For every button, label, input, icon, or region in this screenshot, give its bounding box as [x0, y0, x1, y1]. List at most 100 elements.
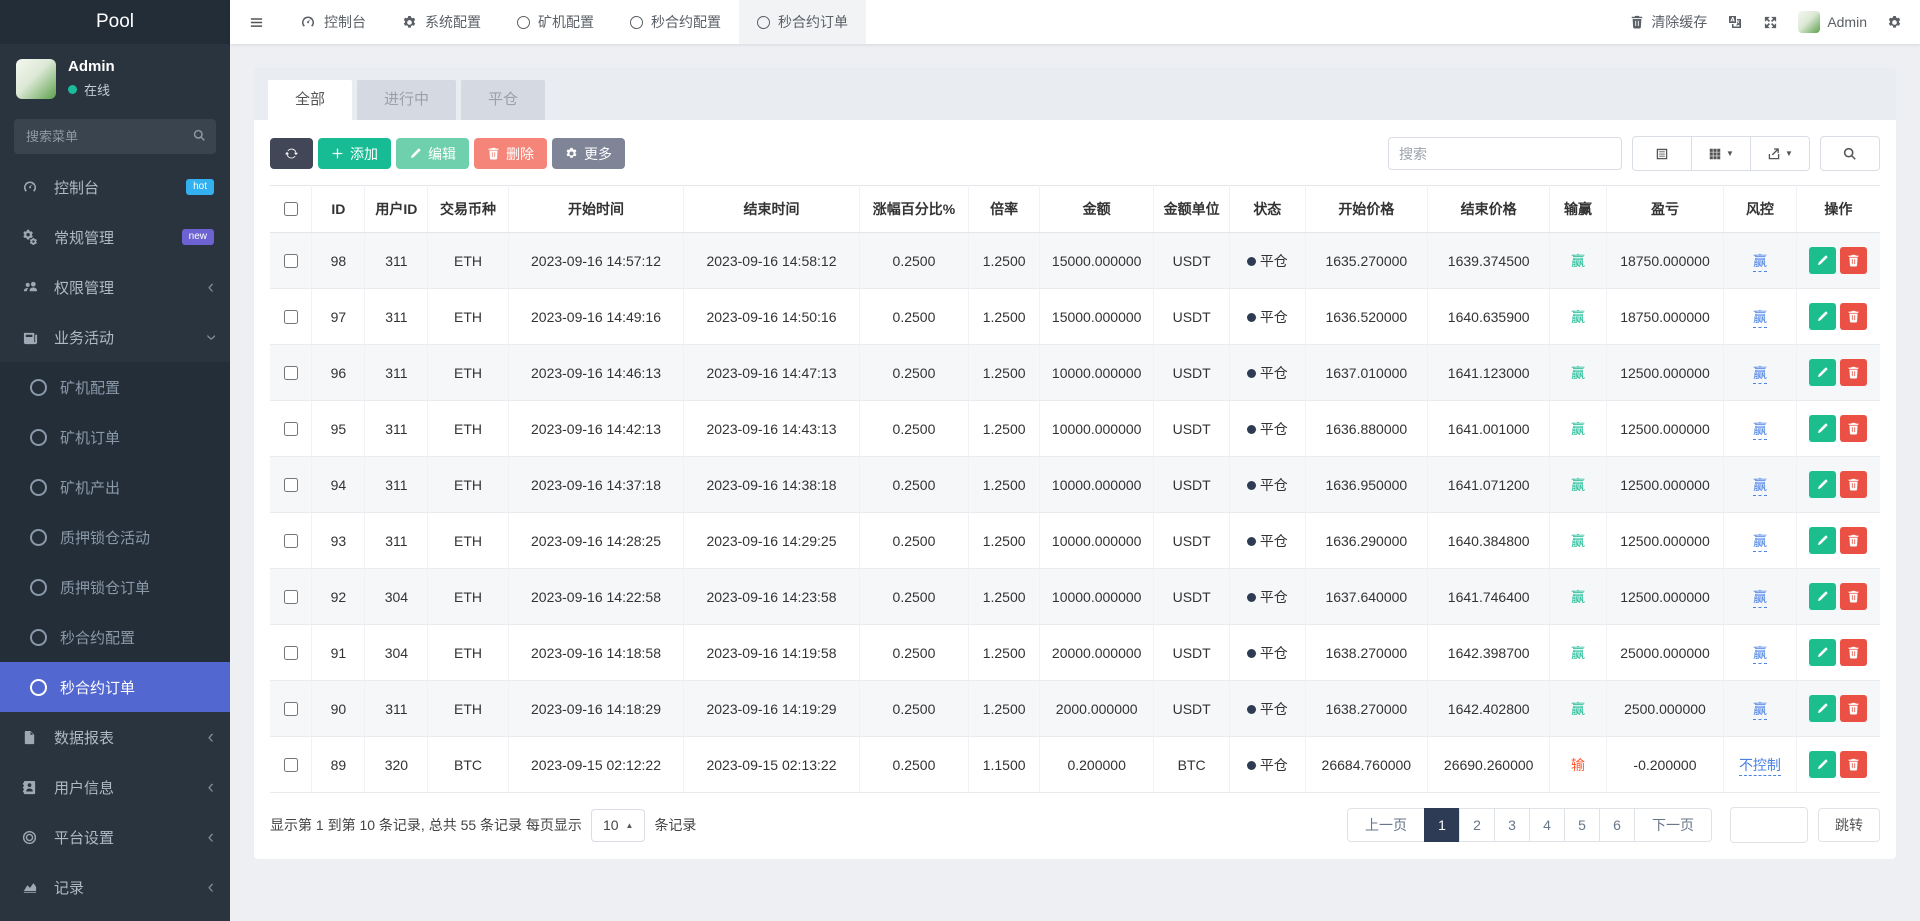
- row-checkbox[interactable]: [284, 702, 298, 716]
- sidebar-search-input[interactable]: [14, 119, 216, 154]
- risk-link[interactable]: 赢: [1753, 701, 1767, 720]
- user-menu[interactable]: Admin: [1798, 11, 1867, 33]
- row-checkbox[interactable]: [284, 422, 298, 436]
- row-delete-button[interactable]: [1840, 303, 1867, 330]
- risk-link[interactable]: 赢: [1753, 421, 1767, 440]
- page-button-1[interactable]: 1: [1424, 808, 1460, 842]
- pencil-icon: [1816, 422, 1829, 435]
- row-checkbox[interactable]: [284, 310, 298, 324]
- navbar-tab-矿机配置[interactable]: 矿机配置: [499, 0, 612, 44]
- page-button-4[interactable]: 4: [1529, 808, 1565, 842]
- add-button[interactable]: 添加: [318, 138, 391, 169]
- search-button[interactable]: [1820, 136, 1880, 171]
- toolbar-right: ▼ ▼: [1388, 136, 1880, 171]
- row-checkbox[interactable]: [284, 758, 298, 772]
- sidebar-subitem-矿机配置[interactable]: 矿机配置: [0, 362, 230, 412]
- row-edit-button[interactable]: [1809, 695, 1836, 722]
- row-edit-button[interactable]: [1809, 359, 1836, 386]
- sidebar-subitem-秒合约配置[interactable]: 秒合约配置: [0, 612, 230, 662]
- row-delete-button[interactable]: [1840, 639, 1867, 666]
- detail-view-button[interactable]: [1632, 136, 1692, 171]
- page-size-select[interactable]: 10 ▲: [591, 809, 646, 842]
- row-edit-button[interactable]: [1809, 639, 1836, 666]
- row-edit-button[interactable]: [1809, 415, 1836, 442]
- clear-cache-button[interactable]: 清除缓存: [1630, 12, 1707, 32]
- sidebar-item-业务活动[interactable]: 业务活动‹: [0, 312, 230, 362]
- page-button-3[interactable]: 3: [1494, 808, 1530, 842]
- tab-全部[interactable]: 全部: [268, 80, 352, 120]
- tab-进行中[interactable]: 进行中: [357, 80, 456, 120]
- row-edit-button[interactable]: [1809, 303, 1836, 330]
- risk-link[interactable]: 不控制: [1739, 757, 1781, 776]
- row-checkbox[interactable]: [284, 590, 298, 604]
- settings-gears-icon[interactable]: [1887, 15, 1902, 30]
- row-checkbox[interactable]: [284, 478, 298, 492]
- select-all-checkbox[interactable]: [284, 202, 298, 216]
- sidebar-item-常规管理[interactable]: 常规管理new: [0, 212, 230, 262]
- sidebar-item-控制台[interactable]: 控制台hot: [0, 162, 230, 212]
- row-delete-button[interactable]: [1840, 583, 1867, 610]
- top-navbar: 控制台系统配置矿机配置秒合约配置秒合约订单 清除缓存 Admin: [230, 0, 1920, 44]
- row-edit-button[interactable]: [1809, 247, 1836, 274]
- row-edit-button[interactable]: [1809, 751, 1836, 778]
- risk-link[interactable]: 赢: [1753, 253, 1767, 272]
- page-next-button[interactable]: 下一页: [1634, 808, 1712, 842]
- page-button-5[interactable]: 5: [1564, 808, 1600, 842]
- refresh-button[interactable]: [270, 138, 313, 169]
- sidebar-item-平台设置[interactable]: 平台设置‹: [0, 812, 230, 862]
- table-search-input[interactable]: [1388, 137, 1622, 170]
- row-delete-button[interactable]: [1840, 471, 1867, 498]
- row-delete-button[interactable]: [1840, 359, 1867, 386]
- sidebar-subitem-质押锁仓订单[interactable]: 质押锁仓订单: [0, 562, 230, 612]
- risk-link[interactable]: 赢: [1753, 477, 1767, 496]
- page-button-6[interactable]: 6: [1599, 808, 1635, 842]
- export-button[interactable]: ▼: [1750, 136, 1810, 171]
- fullscreen-icon[interactable]: [1763, 15, 1778, 30]
- edit-button[interactable]: 编辑: [396, 138, 469, 169]
- row-checkbox[interactable]: [284, 254, 298, 268]
- sidebar-item-记录[interactable]: 记录‹: [0, 862, 230, 912]
- sidebar-item-权限管理[interactable]: 权限管理‹: [0, 262, 230, 312]
- language-icon[interactable]: [1727, 14, 1743, 30]
- row-delete-button[interactable]: [1840, 247, 1867, 274]
- row-edit-button[interactable]: [1809, 527, 1836, 554]
- risk-link[interactable]: 赢: [1753, 589, 1767, 608]
- sidebar-item-数据报表[interactable]: 数据报表‹: [0, 712, 230, 762]
- sidebar-item-用户信息[interactable]: 用户信息‹: [0, 762, 230, 812]
- navbar-tab-系统配置[interactable]: 系统配置: [384, 0, 499, 44]
- row-delete-button[interactable]: [1840, 751, 1867, 778]
- row-delete-button[interactable]: [1840, 695, 1867, 722]
- hamburger-icon[interactable]: [230, 0, 282, 44]
- risk-link[interactable]: 赢: [1753, 533, 1767, 552]
- columns-button[interactable]: ▼: [1691, 136, 1751, 171]
- page-jump-button[interactable]: 跳转: [1818, 808, 1880, 842]
- sidebar-subitem-质押锁仓活动[interactable]: 质押锁仓活动: [0, 512, 230, 562]
- delete-button[interactable]: 删除: [474, 138, 547, 169]
- page-jump-input[interactable]: [1730, 807, 1808, 843]
- row-checkbox[interactable]: [284, 534, 298, 548]
- row-checkbox-cell: [270, 513, 312, 569]
- sidebar-subitem-矿机产出[interactable]: 矿机产出: [0, 462, 230, 512]
- risk-link[interactable]: 赢: [1753, 309, 1767, 328]
- sidebar-subitem-矿机订单[interactable]: 矿机订单: [0, 412, 230, 462]
- navbar-tab-秒合约订单[interactable]: 秒合约订单: [739, 0, 866, 44]
- risk-link[interactable]: 赢: [1753, 365, 1767, 384]
- row-edit-button[interactable]: [1809, 471, 1836, 498]
- page-prev-button[interactable]: 上一页: [1347, 808, 1425, 842]
- row-delete-button[interactable]: [1840, 527, 1867, 554]
- coin-cell: ETH: [428, 401, 509, 457]
- tab-平仓[interactable]: 平仓: [461, 80, 545, 120]
- sidebar-subitem-秒合约订单[interactable]: 秒合约订单: [0, 662, 230, 712]
- pencil-icon: [1816, 310, 1829, 323]
- risk-link[interactable]: 赢: [1753, 645, 1767, 664]
- navbar-tab-控制台[interactable]: 控制台: [282, 0, 384, 44]
- page-button-2[interactable]: 2: [1459, 808, 1495, 842]
- avatar[interactable]: [16, 59, 56, 99]
- table-header-row: ID用户ID交易币种开始时间结束时间涨幅百分比%倍率金额金额单位状态开始价格结束…: [270, 186, 1880, 233]
- row-edit-button[interactable]: [1809, 583, 1836, 610]
- row-checkbox[interactable]: [284, 646, 298, 660]
- more-button[interactable]: 更多: [552, 138, 625, 169]
- row-checkbox[interactable]: [284, 366, 298, 380]
- row-delete-button[interactable]: [1840, 415, 1867, 442]
- navbar-tab-秒合约配置[interactable]: 秒合约配置: [612, 0, 739, 44]
